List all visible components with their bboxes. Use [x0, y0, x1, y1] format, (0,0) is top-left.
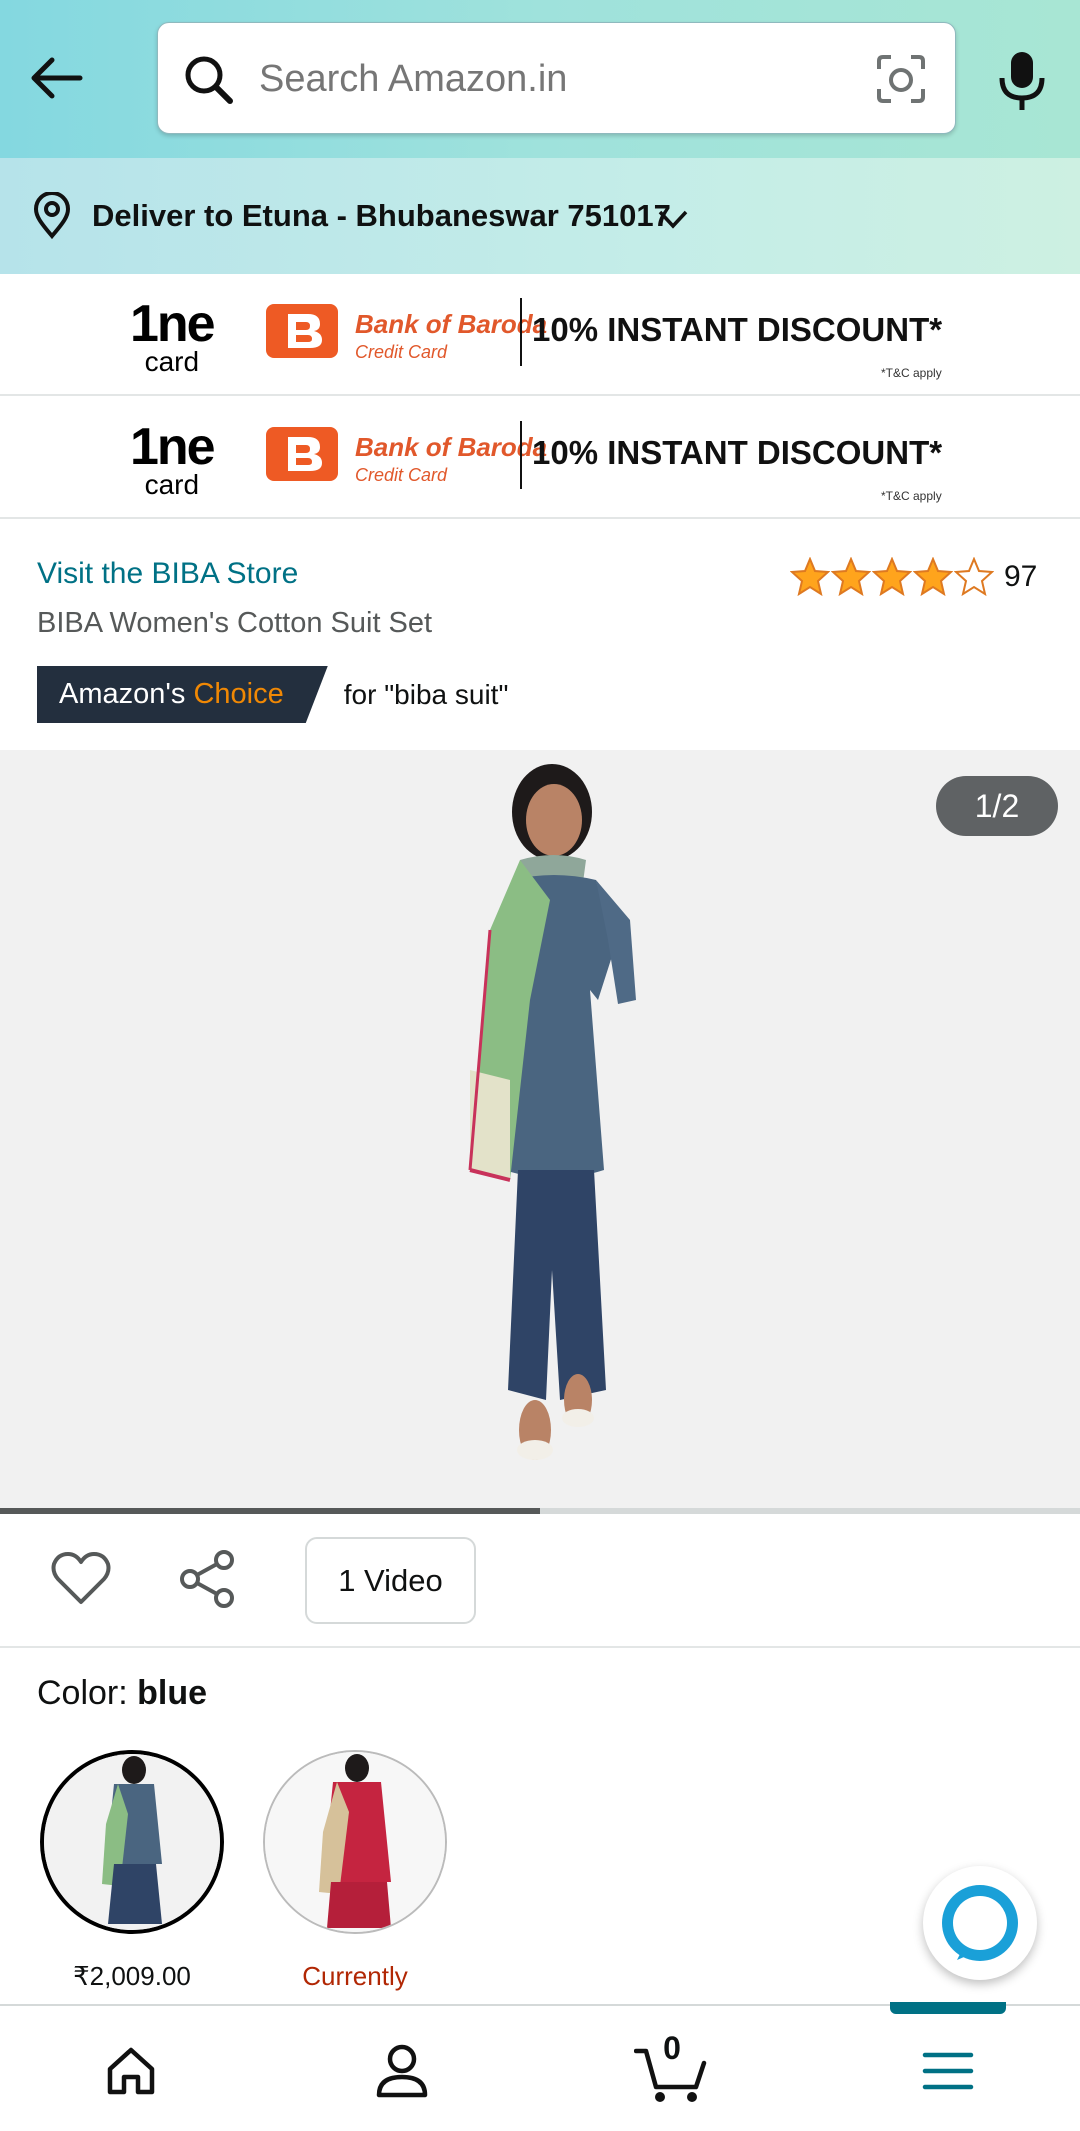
alexa-icon [942, 1885, 1018, 1961]
color-swatch-blue[interactable] [40, 1750, 224, 1934]
search-placeholder: Search Amazon.in [259, 58, 568, 100]
delivery-location-bar[interactable]: Deliver to Etuna - Bhubaneswar 751017 [0, 158, 1080, 274]
color-label: Color: blue [37, 1674, 208, 1712]
swatch-price: ₹2,009.00 [73, 1961, 191, 1991]
home-icon [107, 2047, 155, 2095]
swatch-availability: Currently [302, 1961, 408, 1991]
search-icon [185, 56, 233, 104]
swatch-image [44, 1754, 220, 1930]
product-image [468, 764, 636, 1460]
back-arrow-icon [31, 57, 83, 99]
share-icon[interactable] [178, 1548, 238, 1610]
star-icon [913, 557, 953, 597]
swatch-image [265, 1752, 445, 1932]
divider [520, 298, 522, 366]
bank-name: Bank of Baroda [355, 432, 548, 462]
account-icon [376, 2044, 428, 2098]
star-icon [872, 557, 912, 597]
star-icon [790, 557, 830, 597]
product-image-gallery[interactable]: 1/2 [0, 750, 1080, 1510]
terms-text: *T&C apply [881, 366, 942, 380]
terms-text: *T&C apply [881, 489, 942, 503]
nav-menu[interactable] [908, 2036, 988, 2106]
bank-name: Bank of Baroda [355, 309, 548, 339]
divider [520, 421, 522, 489]
rating-summary[interactable]: 97 [790, 552, 1037, 602]
choice-badge-label: Amazon's Choice [37, 666, 328, 723]
divider [0, 1646, 1080, 1648]
alexa-button[interactable] [923, 1866, 1037, 1980]
video-button[interactable]: 1 Video [305, 1537, 476, 1624]
onecard-logo: 1ne card [130, 418, 216, 500]
onecard-logo: 1ne card [130, 295, 216, 377]
search-input[interactable]: Search Amazon.in [157, 22, 956, 134]
bank-of-baroda-logo-icon [266, 427, 338, 481]
star-rating [790, 557, 994, 597]
promo-banner[interactable]: 1ne card Bank of Baroda Credit Card 10% … [0, 274, 1080, 396]
discount-text: 10% INSTANT DISCOUNT* [532, 311, 943, 348]
gallery-progress-bar [0, 1508, 1080, 1514]
back-button[interactable] [26, 48, 86, 108]
delivery-address: Deliver to Etuna - Bhubaneswar 751017 [92, 198, 671, 233]
bank-sub: Credit Card [355, 342, 448, 362]
visit-store-link[interactable]: Visit the BIBA Store [37, 552, 298, 596]
bank-of-baroda-logo-icon [266, 304, 338, 358]
choice-keyword: for "biba suit" [343, 678, 509, 710]
gallery-progress-fill [0, 1508, 540, 1514]
star-icon [954, 557, 994, 597]
promo-banner[interactable]: 1ne card Bank of Baroda Credit Card 10% … [0, 397, 1080, 519]
active-tab-indicator [890, 2002, 1006, 2014]
rating-count: 97 [1004, 560, 1038, 593]
image-pager: 1/2 [936, 776, 1058, 836]
amazons-choice-badge: Amazon's Choice for "biba suit" [37, 666, 508, 723]
chevron-down-icon [658, 210, 688, 229]
camera-search-icon[interactable] [875, 53, 927, 105]
nav-cart[interactable]: 0 [632, 2030, 712, 2106]
location-pin-icon [33, 192, 71, 240]
star-icon [831, 557, 871, 597]
product-title: BIBA Women's Cotton Suit Set [37, 607, 433, 639]
bottom-navigation: 0 [0, 2002, 1080, 2131]
nav-account[interactable] [362, 2036, 442, 2106]
color-swatch-red[interactable] [263, 1750, 447, 1934]
menu-icon [922, 2052, 974, 2090]
nav-home[interactable] [91, 2036, 171, 2106]
discount-text: 10% INSTANT DISCOUNT* [532, 434, 943, 471]
wishlist-heart-icon[interactable] [50, 1550, 112, 1608]
microphone-icon[interactable] [996, 48, 1048, 114]
bank-sub: Credit Card [355, 465, 448, 485]
selected-color: blue [137, 1674, 208, 1712]
top-bar: Search Amazon.in [0, 0, 1080, 158]
cart-count: 0 [663, 2030, 681, 2066]
